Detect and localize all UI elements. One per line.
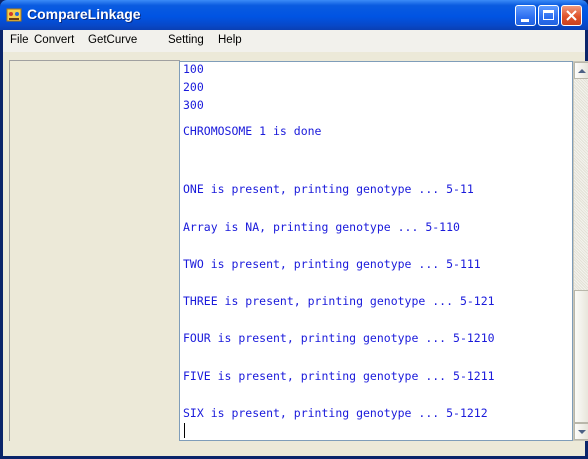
arrow-down-icon — [578, 430, 586, 434]
window-title: CompareLinkage — [27, 6, 141, 22]
client-area: 100 200 300 CHROMOSOME 1 is done ONE is … — [3, 52, 588, 456]
scroll-thumb[interactable] — [574, 290, 588, 423]
app-window: CompareLinkage File Convert GetCurve Set… — [0, 0, 588, 459]
maximize-button[interactable] — [538, 5, 559, 26]
scroll-up-button[interactable] — [574, 62, 588, 79]
output-text-area[interactable]: 100 200 300 CHROMOSOME 1 is done ONE is … — [179, 61, 573, 441]
text-caret — [184, 423, 185, 438]
output-line: 300 — [183, 98, 204, 112]
output-line: FIVE is present, printing genotype ... 5… — [183, 369, 495, 383]
minimize-button[interactable] — [515, 5, 536, 26]
output-line: 200 — [183, 80, 204, 94]
menu-file[interactable]: File — [10, 34, 29, 46]
output-line: CHROMOSOME 1 is done — [183, 124, 322, 138]
output-line: SIX is present, printing genotype ... 5-… — [183, 406, 488, 420]
close-button[interactable] — [561, 5, 582, 26]
menu-bar: File Convert GetCurve Setting Help — [3, 30, 585, 53]
menu-getcurve[interactable]: GetCurve — [88, 34, 137, 46]
title-bar[interactable]: CompareLinkage — [0, 0, 588, 30]
arrow-up-icon — [578, 69, 586, 73]
vertical-scrollbar[interactable] — [573, 61, 588, 441]
output-line: 100 — [183, 62, 204, 76]
menu-setting[interactable]: Setting — [168, 34, 204, 46]
left-panel — [9, 60, 180, 456]
output-line: THREE is present, printing genotype ... … — [183, 294, 495, 308]
close-icon — [566, 10, 577, 21]
output-line: Array is NA, printing genotype ... 5-110 — [183, 220, 460, 234]
bottom-panel — [9, 441, 585, 456]
output-line: FOUR is present, printing genotype ... 5… — [183, 331, 495, 345]
app-icon — [6, 8, 22, 22]
scroll-down-button[interactable] — [574, 423, 588, 440]
menu-convert[interactable]: Convert — [34, 34, 74, 46]
menu-help[interactable]: Help — [218, 34, 242, 46]
output-line: TWO is present, printing genotype ... 5-… — [183, 257, 481, 271]
maximize-icon — [543, 10, 554, 20]
output-line: ONE is present, printing genotype ... 5-… — [183, 182, 474, 196]
minimize-icon — [521, 19, 529, 22]
